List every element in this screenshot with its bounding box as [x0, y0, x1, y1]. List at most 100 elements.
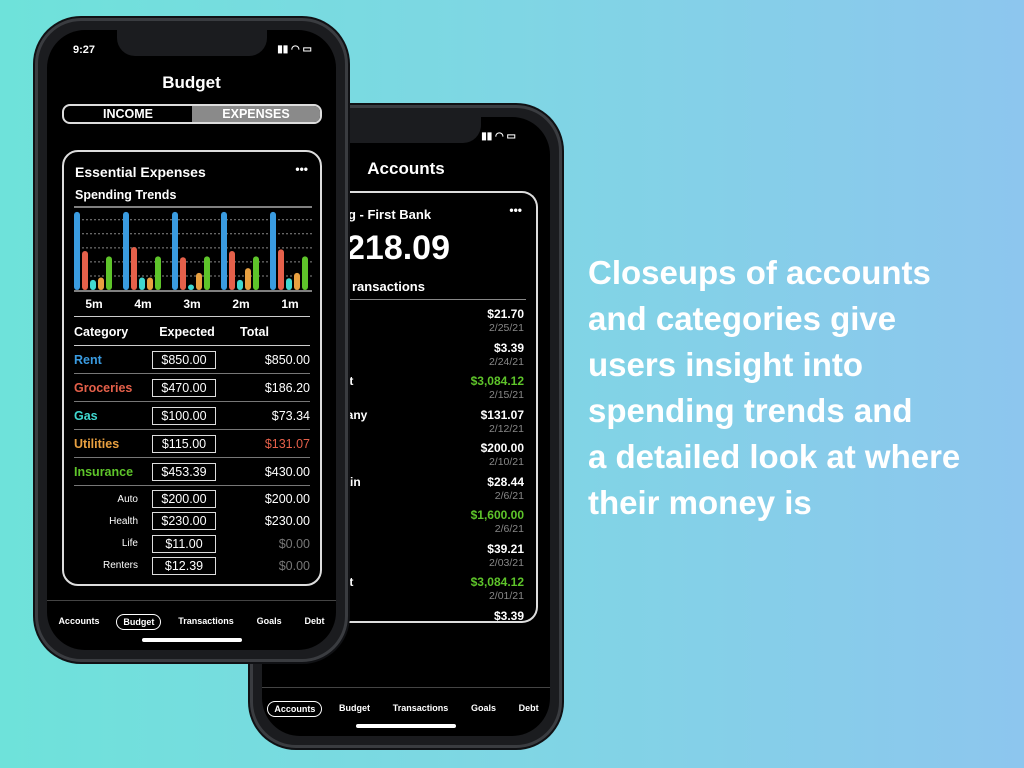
expected-input[interactable]: $470.00	[152, 378, 216, 397]
notch	[116, 30, 267, 56]
transaction-amount: $3,084.12	[470, 374, 524, 388]
essential-expenses-card: Essential Expenses ••• Spending Trends 5…	[62, 150, 322, 586]
transaction-amount: $3,084.12	[470, 575, 524, 589]
tab-accounts[interactable]: Accounts	[267, 701, 323, 717]
bar-4m-3	[147, 277, 153, 290]
total-value: $430.00	[264, 464, 310, 479]
category-name: Health	[109, 515, 138, 527]
segment-expenses[interactable]: EXPENSES	[192, 106, 320, 122]
category-name: Renters	[102, 560, 138, 572]
status-icons: ▮▮ ◠ ▭	[481, 131, 516, 142]
bar-3m-1	[180, 257, 186, 290]
total-value: $230.00	[264, 514, 310, 529]
transaction-amount: $200.00	[480, 441, 524, 455]
more-button[interactable]: •••	[509, 203, 522, 217]
transaction-amount: $28.44	[487, 474, 524, 489]
bar-1m-1	[278, 249, 284, 290]
category-name: Gas	[74, 408, 98, 423]
bar-3m-4	[204, 256, 210, 290]
tab-accounts[interactable]: Accounts	[52, 614, 105, 628]
category-name: Rent	[74, 352, 102, 367]
bar-4m-2	[139, 277, 145, 290]
account-name: g - First Bank	[348, 207, 432, 222]
bar-3m-2	[188, 284, 194, 290]
notch	[331, 117, 481, 143]
tab-goals[interactable]: Goals	[465, 701, 502, 715]
tab-transactions[interactable]: Transactions	[387, 701, 455, 715]
transaction-date: 2/24/21	[488, 355, 524, 368]
category-row: Rent $850.00 $850.00	[74, 346, 310, 374]
headline-line: a detailed look at where	[588, 438, 961, 475]
transaction-amount: $3.39	[493, 340, 524, 355]
more-button[interactable]: •••	[295, 162, 308, 176]
bar-1m-2	[286, 278, 292, 290]
section-title: ransactions	[352, 279, 425, 294]
home-indicator	[356, 724, 456, 728]
account-card: g - First Bank ••• 218.09 ransactions om…	[324, 191, 538, 623]
total-value: $0.00	[278, 536, 310, 551]
total-value: $0.00	[278, 558, 310, 573]
category-row: Gas $100.00 $73.34	[74, 402, 310, 430]
expected-input[interactable]: $100.00	[152, 406, 216, 425]
transaction-date: 2/6/21	[494, 523, 524, 535]
headline-line: spending trends and	[588, 392, 913, 429]
table-header: Category Expected Total	[74, 318, 310, 346]
total-value: $186.20	[264, 380, 310, 395]
bar-3m-0	[172, 211, 178, 290]
expected-input[interactable]: $230.00	[152, 512, 216, 531]
bar-1m-4	[302, 256, 308, 290]
tab-budget[interactable]: Budget	[116, 614, 162, 630]
transaction-amount: $1,600.00	[470, 508, 524, 522]
expected-input[interactable]: $453.39	[152, 462, 216, 481]
transaction-date: 2/6/21	[494, 489, 524, 502]
header-total: Total	[240, 324, 269, 339]
bar-5m-1	[82, 250, 88, 290]
headline-line: their money is	[588, 484, 812, 521]
x-tick-label: 1m	[281, 297, 298, 310]
tab-budget[interactable]: Budget	[333, 701, 376, 715]
expected-input[interactable]: $12.39	[152, 556, 216, 575]
chart-title: Spending Trends	[75, 188, 177, 202]
headline: Closeups of accounts and categories give u…	[588, 250, 1018, 526]
subcategory-row: Life $11.00 $0.00	[74, 533, 310, 555]
expected-input[interactable]: $200.00	[152, 490, 216, 508]
expected-input[interactable]: $850.00	[152, 350, 216, 369]
transaction-date: 2/01/21	[488, 590, 524, 602]
category-name: Groceries	[74, 380, 133, 395]
header-category: Category	[74, 324, 129, 339]
subcategory-row: Renters $12.39 $0.00	[74, 555, 310, 577]
category-row: Insurance $453.39 $430.00	[74, 458, 310, 486]
divider	[74, 316, 310, 317]
expected-input[interactable]: $11.00	[152, 534, 216, 553]
transaction-amount: $3.39	[493, 608, 524, 623]
total-value: $200.00	[264, 492, 310, 506]
category-row: Groceries $470.00 $186.20	[74, 374, 310, 402]
total-value: $131.07	[264, 436, 310, 451]
segment-income[interactable]: INCOME	[64, 106, 192, 122]
transaction-date: 2/15/21	[488, 389, 524, 401]
account-balance: 218.09	[346, 229, 450, 267]
total-value: $850.00	[264, 352, 310, 367]
x-tick-label: 5m	[85, 297, 102, 310]
transaction-amount: $131.07	[480, 407, 524, 422]
bar-4m-4	[155, 256, 161, 290]
transaction-amount: $21.70	[487, 307, 524, 321]
total-value: $73.34	[271, 408, 310, 423]
transaction-date: 2/10/21	[488, 456, 524, 468]
category-name: Auto	[117, 493, 138, 505]
headline-line: and categories give	[588, 300, 897, 337]
header-expected: Expected	[159, 324, 215, 339]
divider	[344, 299, 526, 300]
headline-line: users insight into	[588, 346, 864, 383]
bar-2m-2	[237, 279, 243, 290]
expected-input[interactable]: $115.00	[152, 434, 216, 453]
bar-5m-4	[106, 256, 112, 290]
bar-4m-0	[123, 211, 129, 290]
tab-debt[interactable]: Debt	[513, 701, 545, 715]
x-tick-label: 4m	[134, 297, 151, 310]
tab-transactions[interactable]: Transactions	[172, 614, 240, 628]
tab-goals[interactable]: Goals	[251, 614, 288, 628]
bar-1m-3	[294, 272, 300, 290]
bar-2m-0	[221, 211, 227, 290]
tab-debt[interactable]: Debt	[299, 614, 331, 628]
